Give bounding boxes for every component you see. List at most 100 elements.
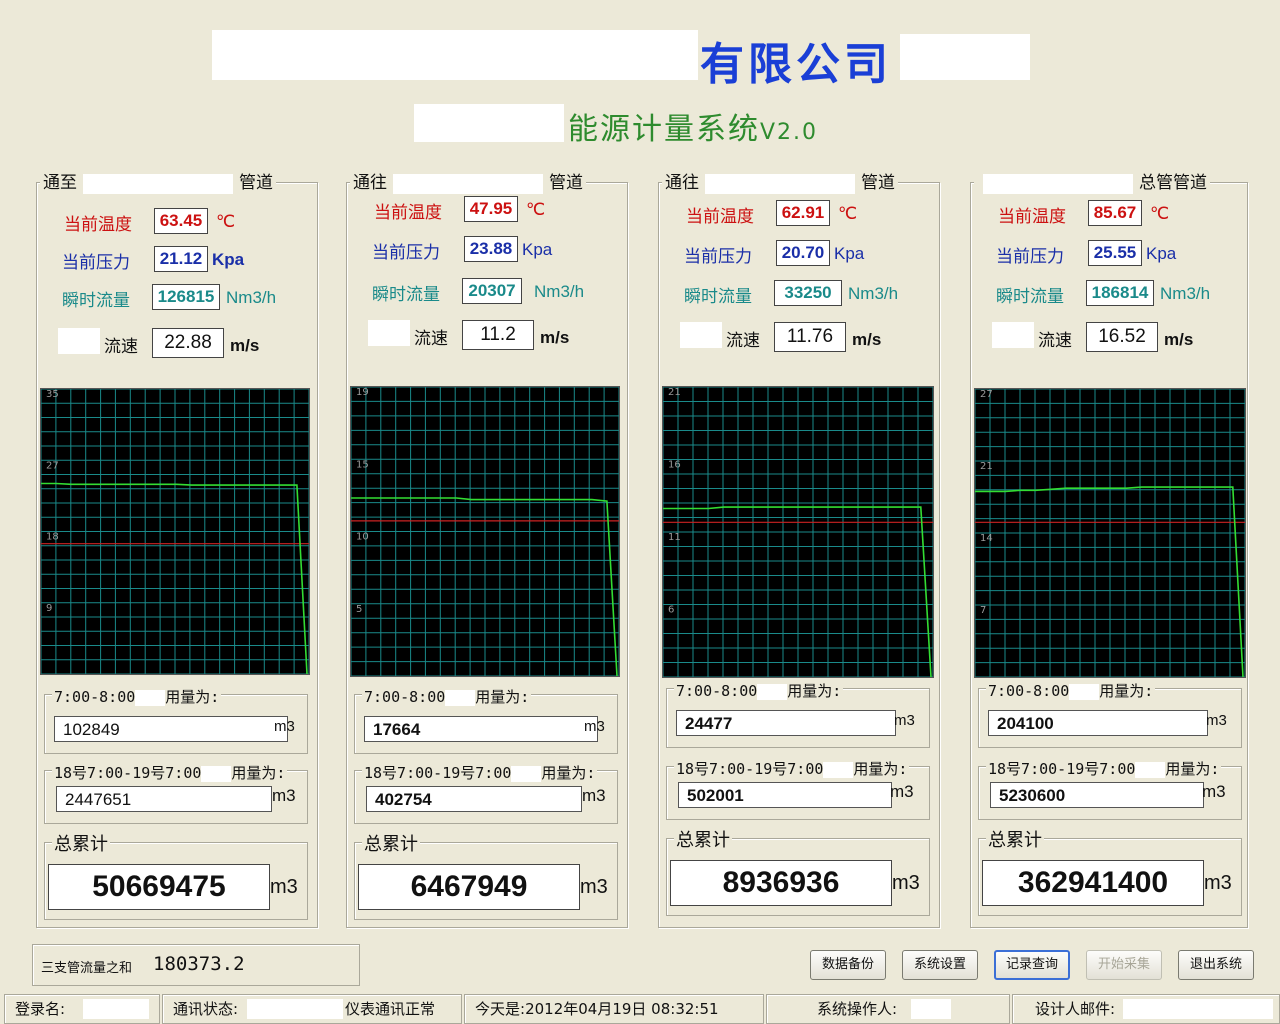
daily-usage-unit: m3 xyxy=(890,782,914,801)
temperature-label: 当前温度 xyxy=(64,215,132,235)
pressure-unit: Kpa xyxy=(1146,244,1177,263)
redacted-company-prefix xyxy=(212,30,698,80)
speed-value: 11.76 xyxy=(774,322,846,352)
y-tick-label: 15 xyxy=(356,459,369,470)
speed-value: 16.52 xyxy=(1086,322,1158,352)
temperature-label: 当前温度 xyxy=(686,207,754,227)
system-title: 能源计量系统V2.0 xyxy=(568,112,819,147)
flow-unit: Nm3/h xyxy=(534,282,585,301)
temperature-unit: ℃ xyxy=(526,200,546,219)
trend-chart: 19 15 10 5 xyxy=(350,386,620,677)
total-label: 总累计 xyxy=(674,826,732,852)
panel-title-suffix: 管道 xyxy=(239,173,273,193)
speed-label: 流速 xyxy=(726,331,760,351)
status-login: 登录名: xyxy=(4,994,160,1024)
daily-usage-value[interactable]: 5230600 xyxy=(990,782,1204,808)
panel-title: 通至 管道 xyxy=(40,172,276,194)
y-tick-label: 35 xyxy=(46,389,59,400)
y-tick-label: 9 xyxy=(46,603,52,614)
pressure-label: 当前压力 xyxy=(684,247,752,267)
flow-value: 126815 xyxy=(152,284,220,310)
flow-label: 瞬时流量 xyxy=(62,291,130,311)
panel-title-suffix: 管道 xyxy=(549,173,583,193)
flow-unit: Nm3/h xyxy=(848,284,899,303)
trend-chart-svg: 21 16 11 6 xyxy=(662,386,934,678)
daily-usage-label: 18号7:00-19号7:00 用量为: xyxy=(362,762,598,783)
daily-usage-unit: m3 xyxy=(1202,782,1226,801)
redacted-pipe-name xyxy=(983,173,1133,194)
total-label: 总累计 xyxy=(52,830,110,856)
panel-title-suffix: 总管管道 xyxy=(1139,173,1207,193)
speed-label: 流速 xyxy=(1038,331,1072,351)
hourly-suffix: 用量为: xyxy=(165,688,220,706)
temperature-value: 63.45 xyxy=(154,208,208,234)
total-unit: m3 xyxy=(892,872,920,894)
total-label: 总累计 xyxy=(362,830,420,856)
flow-label: 瞬时流量 xyxy=(684,287,752,307)
total-unit: m3 xyxy=(270,876,298,898)
flow-value: 20307 xyxy=(462,278,522,304)
daily-usage-unit: m3 xyxy=(582,786,606,805)
flow-unit: Nm3/h xyxy=(226,288,277,307)
daily-usage-value[interactable]: 402754 xyxy=(366,786,582,812)
settings-button[interactable]: 系统设置 xyxy=(902,950,978,980)
hourly-usage-value[interactable]: 102849 xyxy=(54,716,288,742)
redacted-speed-prefix xyxy=(58,328,100,354)
backup-button[interactable]: 数据备份 xyxy=(810,950,886,980)
redacted-hourly xyxy=(445,689,476,706)
hourly-usage-unit: m3 xyxy=(894,712,915,729)
y-tick-label: 6 xyxy=(668,605,674,616)
summary-value: 180373.2 xyxy=(153,953,245,975)
pressure-unit: Kpa xyxy=(522,240,553,259)
trend-chart-svg: 27 21 14 7 xyxy=(974,388,1246,678)
hourly-usage-value[interactable]: 204100 xyxy=(988,710,1208,736)
exit-button[interactable]: 退出系统 xyxy=(1178,950,1254,980)
speed-label: 流速 xyxy=(414,329,448,349)
daily-usage-label: 18号7:00-19号7:00 用量为: xyxy=(986,758,1222,779)
start-collect-button[interactable]: 开始采集 xyxy=(1086,950,1162,980)
panel-title-suffix: 管道 xyxy=(861,173,895,193)
total-unit: m3 xyxy=(580,876,608,898)
y-tick-label: 5 xyxy=(356,604,362,615)
redacted-system-prefix xyxy=(414,104,564,142)
hourly-usage-unit: m3 xyxy=(1206,712,1227,729)
status-email: 设计人邮件: xyxy=(1012,994,1280,1024)
hourly-suffix: 用量为: xyxy=(475,688,530,706)
total-value: 6467949 xyxy=(358,864,580,910)
temperature-value: 47.95 xyxy=(464,196,518,222)
y-tick-label: 27 xyxy=(980,389,993,400)
daily-usage-label: 18号7:00-19号7:00 用量为: xyxy=(674,758,910,779)
y-tick-label: 16 xyxy=(668,460,681,471)
hourly-usage-value[interactable]: 24477 xyxy=(676,710,896,736)
redacted-hourly xyxy=(135,689,166,706)
daily-suffix: 用量为: xyxy=(541,764,596,782)
panel-title-prefix: 通往 xyxy=(665,173,699,193)
temperature-label: 当前温度 xyxy=(374,203,442,223)
daily-range: 18号7:00-19号7:00 xyxy=(54,764,202,782)
trend-chart-svg: 19 15 10 5 xyxy=(350,386,620,677)
daily-usage-value[interactable]: 502001 xyxy=(678,782,892,808)
speed-value: 22.88 xyxy=(152,328,224,358)
pressure-unit: Kpa xyxy=(212,250,245,269)
daily-usage-value[interactable]: 2447651 xyxy=(56,786,272,812)
hourly-range: 7:00-8:00 xyxy=(364,688,446,706)
temperature-unit: ℃ xyxy=(838,204,858,223)
temperature-value: 62.91 xyxy=(776,200,830,226)
trend-chart: 27 21 14 7 xyxy=(974,388,1246,678)
flow-unit: Nm3/h xyxy=(1160,284,1211,303)
pressure-label: 当前压力 xyxy=(372,243,440,263)
speed-unit: m/s xyxy=(1164,330,1194,349)
records-query-button[interactable]: 记录查询 xyxy=(994,950,1070,980)
y-tick-label: 11 xyxy=(668,532,681,543)
redacted-speed-prefix xyxy=(992,322,1034,348)
total-value: 8936936 xyxy=(670,860,892,906)
redacted-speed-prefix xyxy=(368,320,410,346)
hourly-usage-value[interactable]: 17664 xyxy=(364,716,598,742)
panel-title-prefix: 通往 xyxy=(353,173,387,193)
hourly-usage-unit: m3 xyxy=(274,718,295,735)
flow-value: 186814 xyxy=(1086,280,1154,306)
hourly-range: 7:00-8:00 xyxy=(54,688,136,706)
temperature-unit: ℃ xyxy=(1150,204,1170,223)
current-datetime: 2012年04月19日 08:32:51 xyxy=(525,1000,719,1018)
flow-value: 33250 xyxy=(774,280,842,306)
